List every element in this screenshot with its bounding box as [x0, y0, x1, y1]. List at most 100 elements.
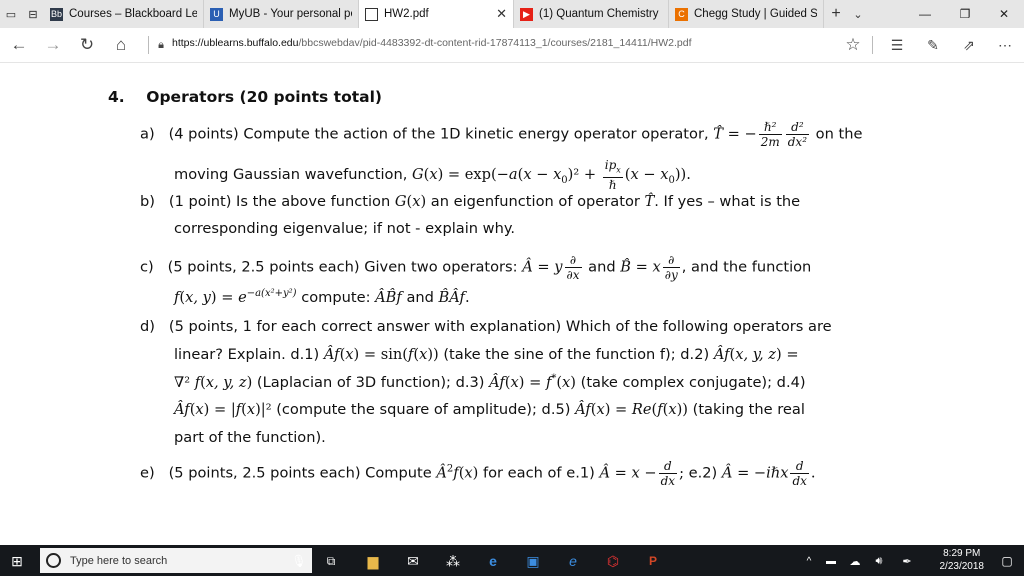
part-label: c): [140, 258, 154, 276]
part-c-compute: compute:: [296, 288, 376, 306]
app-icon[interactable]: ⁂: [440, 549, 466, 573]
part-b-text-3: . If yes – what is the: [654, 193, 801, 210]
part-e-line-1: e) (5 points, 2.5 points each) Compute Â…: [140, 459, 816, 488]
tab-title: HW2.pdf: [384, 8, 429, 20]
part-c-text-2: , and the function: [681, 258, 812, 276]
pdf-document: 4. Operators (20 points total) a) (4 poi…: [0, 63, 1024, 545]
part-c-line-2: f(x, y) = e−a(x²+y²) compute: ÂB̂f and B…: [174, 288, 470, 306]
lock-icon: 🔒︎: [158, 38, 164, 51]
part-b-line-1: b) (1 point) Is the above function G(x) …: [140, 193, 801, 210]
part-d-text-2a: linear? Explain. d.1): [174, 346, 324, 363]
part-e-text-3: e.2): [684, 464, 722, 482]
part-d-text-5: part of the function).: [174, 429, 326, 446]
part-label: d): [140, 318, 155, 335]
part-d-line-5: part of the function).: [174, 429, 326, 446]
microphone-icon[interactable]: 🎙︎: [286, 549, 312, 573]
part-b-text-4: corresponding eigenvalue; if not - expla…: [174, 220, 516, 237]
tab-preview-chevron-icon[interactable]: ⌄: [848, 0, 868, 28]
blackboard-icon: Bb: [50, 7, 63, 21]
question-4-heading: 4. Operators (20 points total): [108, 88, 382, 106]
myub-icon: U: [210, 7, 223, 21]
part-d-text-4a: (compute the square of amplitude); d.5): [271, 401, 576, 418]
url-path: /bbcswebdav/pid-4483392-dt-content-rid-1…: [298, 37, 692, 49]
powerpoint-icon[interactable]: P: [640, 549, 666, 573]
part-d-text-3a: (Laplacian of 3D function); d.3): [252, 373, 490, 391]
search-placeholder: Type here to search: [70, 554, 168, 567]
action-center-notification-icon[interactable]: ▢: [994, 549, 1020, 573]
part-d-line-3: ∇² f(x, y, z) (Laplacian of 3D function)…: [174, 373, 806, 391]
tab-chegg[interactable]: C Chegg Study | Guided Solu: [669, 0, 824, 28]
web-note-pen-icon[interactable]: ✎: [918, 28, 948, 62]
clock-time: 8:29 PM: [943, 548, 981, 559]
part-b-line-2: corresponding eigenvalue; if not - expla…: [174, 220, 515, 237]
part-d-text-4b: (taking the real: [687, 401, 805, 418]
pdf-icon: [365, 7, 378, 21]
youtube-icon: ▶: [520, 7, 533, 21]
onedrive-cloud-icon[interactable]: ☁: [842, 549, 868, 573]
part-c-and-2: and: [401, 288, 439, 306]
internet-explorer-icon[interactable]: e: [560, 549, 586, 573]
address-field[interactable]: https://ublearns.buffalo.edu/bbcswebdav/…: [172, 37, 692, 49]
tab-title: (1) Quantum Chemistry 3.: [539, 8, 662, 20]
part-label: e): [140, 464, 155, 482]
share-icon[interactable]: ⇗: [954, 28, 984, 62]
part-b-text: (1 point) Is the above function: [168, 193, 395, 210]
part-d-line-4: Âf(x) = |f(x)|² (compute the square of a…: [174, 401, 805, 418]
acrobat-icon[interactable]: ⌬: [600, 549, 626, 573]
part-a-text-2: moving Gaussian wavefunction,: [174, 166, 412, 184]
minimize-icon[interactable]: —: [905, 0, 945, 28]
taskbar-search-box[interactable]: Type here to search: [40, 548, 312, 573]
part-e-text: (5 points, 2.5 points each) Compute: [168, 464, 437, 482]
browser-tab-bar: ▭ ⊟ Bb Courses – Blackboard Lear U MyUB …: [0, 0, 1024, 28]
pen-workspace-icon[interactable]: ✒: [894, 549, 920, 573]
forward-arrow-icon[interactable]: →: [38, 28, 68, 62]
restore-icon[interactable]: ❐: [945, 0, 985, 28]
favorite-star-icon[interactable]: ☆: [838, 28, 868, 62]
cortana-circle-icon: [46, 553, 61, 568]
mail-icon[interactable]: ✉: [400, 549, 426, 573]
tab-blackboard[interactable]: Bb Courses – Blackboard Lear: [44, 0, 204, 28]
url-host: https://ublearns.buffalo.edu: [172, 37, 299, 49]
part-e-text-2: for each of e.1): [478, 464, 600, 482]
battery-icon[interactable]: ▬: [818, 549, 844, 573]
favorites-hub-icon[interactable]: ☰: [882, 28, 912, 62]
back-arrow-icon[interactable]: ←: [4, 28, 34, 62]
part-c-line-1: c) (5 points, 2.5 points each) Given two…: [140, 253, 812, 282]
refresh-icon[interactable]: ↻: [72, 28, 102, 62]
tab-youtube[interactable]: ▶ (1) Quantum Chemistry 3.: [514, 0, 669, 28]
part-label: b): [140, 193, 155, 210]
tab-title: Chegg Study | Guided Solu: [694, 8, 817, 20]
tab-title: Courses – Blackboard Lear: [69, 8, 197, 20]
clock-date: 2/23/2018: [939, 561, 985, 572]
new-tab-plus-icon[interactable]: +: [824, 0, 848, 28]
address-toolbar: ← → ↻ ⌂ 🔒︎ https://ublearns.buffalo.edu/…: [0, 28, 1024, 63]
chegg-icon: C: [675, 7, 688, 21]
windows-taskbar: ⊞ Type here to search 🎙︎ ⧉ ▆ ✉ ⁂ e ▣ e ⌬…: [0, 545, 1024, 576]
tab-actions-icon[interactable]: ▭: [0, 0, 22, 28]
part-a-line-1: a) (4 points) Compute the action of the …: [140, 120, 863, 149]
volume-icon[interactable]: 🔊︎: [866, 549, 892, 573]
tab-myub[interactable]: U MyUB - Your personal por: [204, 0, 359, 28]
task-view-icon[interactable]: ⧉: [318, 549, 344, 573]
windows-start-icon[interactable]: ⊞: [4, 549, 30, 573]
part-a-text: (4 points) Compute the action of the 1D …: [168, 125, 714, 143]
edge-browser-icon[interactable]: e: [480, 549, 506, 573]
home-icon[interactable]: ⌂: [106, 28, 136, 62]
tab-title: MyUB - Your personal por: [229, 8, 352, 20]
more-dots-icon[interactable]: ⋯: [990, 28, 1020, 62]
part-c-and: and: [588, 258, 616, 276]
part-a-text-end: on the: [815, 125, 863, 143]
part-d-text-3b: (take complex conjugate); d.4): [575, 373, 806, 391]
question-title: Operators (20 points total): [146, 88, 382, 106]
file-explorer-icon[interactable]: ▆: [360, 549, 386, 573]
part-b-text-2: an eigenfunction of operator: [426, 193, 645, 210]
close-tab-icon[interactable]: ✕: [496, 6, 507, 22]
part-d-line-2: linear? Explain. d.1) Âf(x) = sin(f(x)) …: [174, 346, 799, 363]
close-window-icon[interactable]: ✕: [984, 0, 1024, 28]
set-aside-tabs-icon[interactable]: ⊟: [22, 0, 44, 28]
tab-hw2-pdf[interactable]: HW2.pdf ✕: [359, 0, 514, 28]
taskbar-clock[interactable]: 8:29 PM 2/23/2018: [940, 547, 985, 573]
store-icon[interactable]: ▣: [520, 549, 546, 573]
part-d-text: (5 points, 1 for each correct answer wit…: [168, 318, 832, 335]
question-number: 4.: [108, 88, 125, 106]
